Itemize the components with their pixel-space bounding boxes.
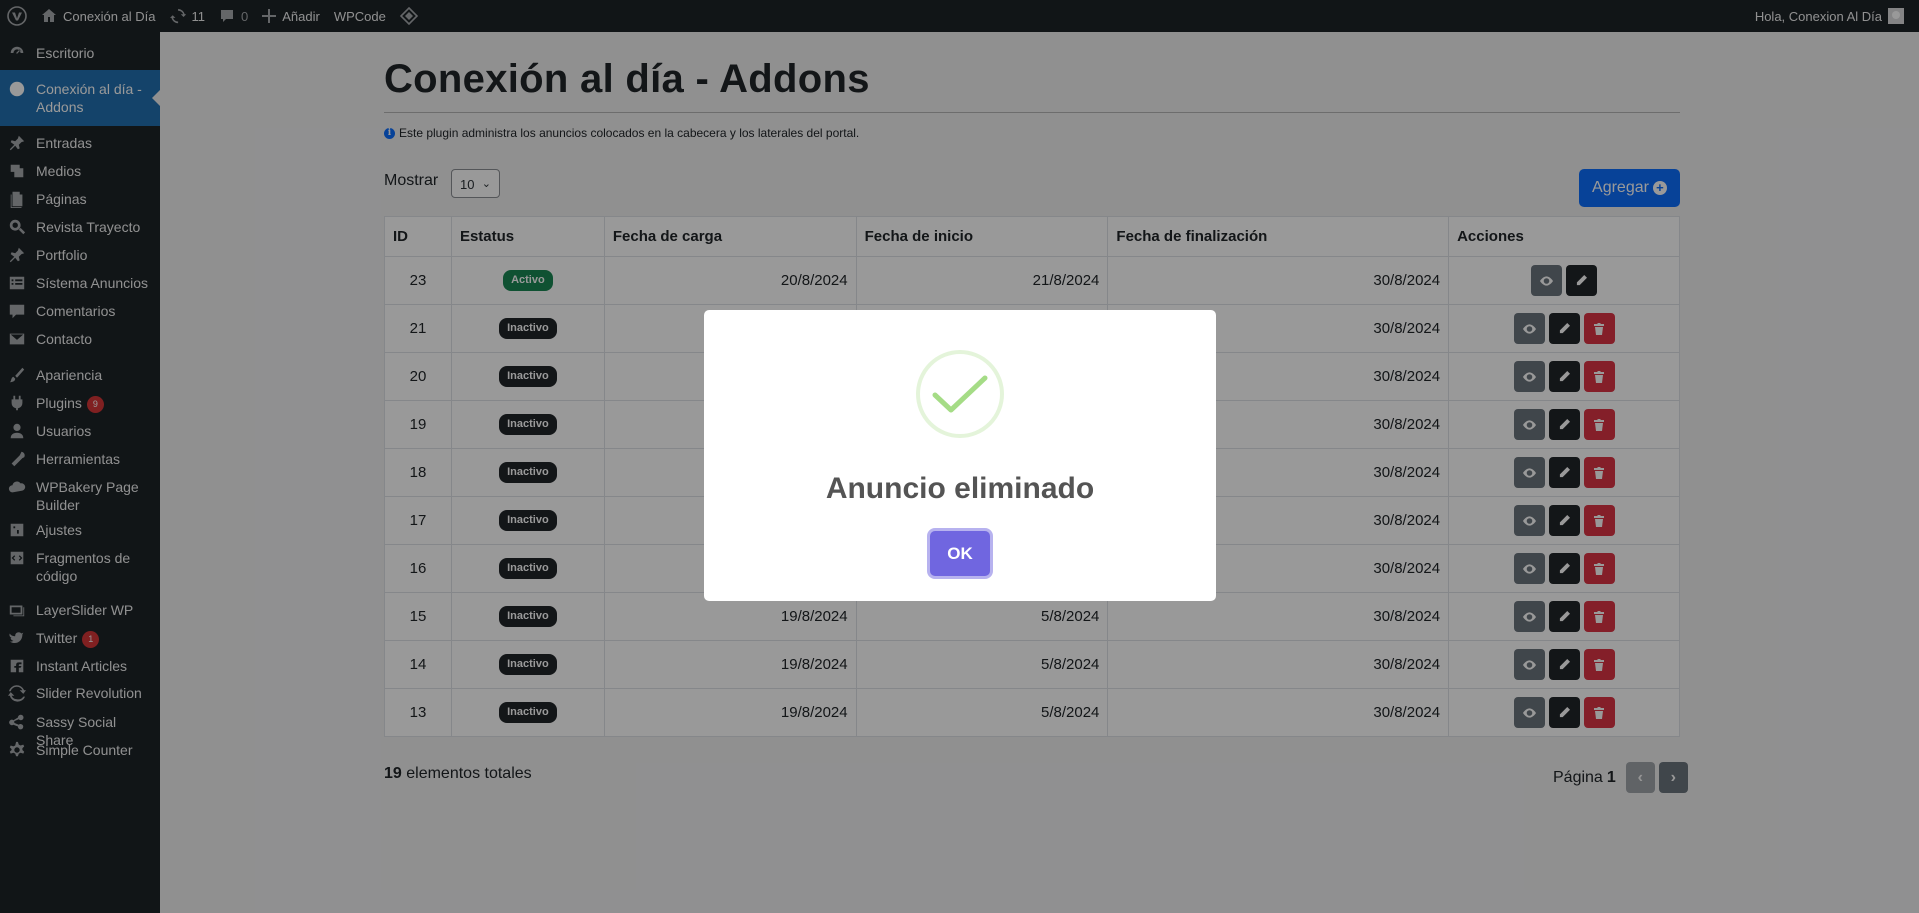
ok-button[interactable]: OK bbox=[930, 531, 990, 576]
success-dialog: Anuncio eliminado OK bbox=[704, 310, 1216, 601]
dialog-title: Anuncio eliminado bbox=[825, 472, 1095, 505]
ok-label: OK bbox=[947, 543, 973, 563]
success-check-icon bbox=[932, 375, 988, 413]
